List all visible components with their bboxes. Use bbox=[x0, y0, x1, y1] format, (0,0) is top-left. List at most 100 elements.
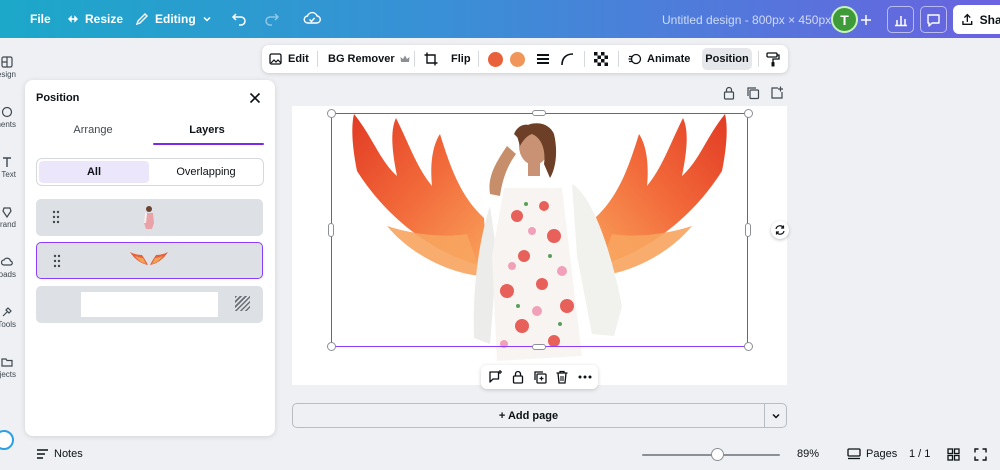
layer-row-wings[interactable] bbox=[36, 242, 263, 279]
rail-item-design[interactable]: Design bbox=[0, 56, 18, 79]
rail-item-text[interactable]: Text bbox=[0, 156, 18, 179]
bg-remover-button[interactable]: BG Remover bbox=[328, 45, 410, 73]
resize-button[interactable]: Resize bbox=[67, 12, 123, 26]
resize-handle-left[interactable] bbox=[328, 223, 334, 237]
crop-button[interactable] bbox=[424, 45, 438, 73]
fullscreen-icon bbox=[974, 448, 987, 461]
edit-image-button[interactable]: Edit bbox=[269, 45, 309, 73]
comment-add-icon[interactable] bbox=[487, 369, 503, 385]
layer-filter: All Overlapping bbox=[36, 158, 264, 186]
left-rail: Design Elements Text Brand Uploads Tools… bbox=[0, 38, 18, 470]
filter-all-button[interactable]: All bbox=[39, 161, 149, 183]
file-menu-button[interactable]: File bbox=[30, 12, 51, 26]
tab-arrange[interactable]: Arrange bbox=[36, 124, 150, 136]
wings-thumbnail bbox=[130, 252, 168, 265]
toolbar-divider bbox=[478, 51, 479, 67]
panel-title: Position bbox=[36, 92, 80, 104]
top-bar: File Resize Editing Untitled design - 80… bbox=[0, 0, 1000, 38]
notes-button[interactable]: Notes bbox=[36, 448, 83, 460]
rail-item-uploads[interactable]: Uploads bbox=[0, 256, 18, 279]
duplicate-page-icon[interactable] bbox=[746, 86, 760, 100]
share-button[interactable]: Share bbox=[953, 5, 1000, 34]
more-options-icon[interactable] bbox=[577, 369, 593, 385]
resize-handle-top[interactable] bbox=[532, 110, 546, 116]
grid-icon bbox=[947, 448, 960, 461]
comments-button[interactable] bbox=[920, 6, 947, 33]
selection-box bbox=[331, 113, 748, 347]
grid-view-button[interactable] bbox=[947, 448, 960, 461]
lock-icon[interactable] bbox=[510, 369, 526, 385]
close-panel-button[interactable] bbox=[247, 90, 263, 106]
corner-rounding-button[interactable] bbox=[560, 45, 574, 73]
cloud-check-icon bbox=[303, 11, 321, 24]
duplicate-icon[interactable] bbox=[532, 369, 548, 385]
transparency-button[interactable] bbox=[594, 45, 608, 73]
copy-style-button[interactable] bbox=[766, 45, 780, 73]
checkerboard-icon bbox=[594, 52, 608, 66]
layer-row-background[interactable] bbox=[36, 286, 263, 323]
rail-item-tools[interactable]: Tools bbox=[0, 306, 18, 329]
rotate-handle[interactable] bbox=[771, 221, 789, 239]
comment-icon bbox=[927, 13, 940, 27]
document-title[interactable]: Untitled design - 800px × 450px bbox=[662, 13, 831, 27]
tab-layers[interactable]: Layers bbox=[150, 124, 264, 136]
rail-label: Text bbox=[1, 170, 16, 179]
undo-button[interactable] bbox=[231, 10, 247, 29]
add-page-icon[interactable] bbox=[770, 86, 784, 100]
editing-label: Editing bbox=[155, 12, 196, 26]
rail-label: Design bbox=[0, 70, 16, 79]
active-tab-indicator bbox=[153, 143, 264, 145]
bar-chart-icon bbox=[894, 15, 907, 26]
woman-thumbnail bbox=[144, 206, 154, 229]
notes-label: Notes bbox=[54, 448, 83, 460]
close-icon bbox=[249, 92, 261, 104]
plus-icon bbox=[860, 14, 871, 25]
drag-handle-icon[interactable] bbox=[52, 210, 60, 224]
lock-page-icon[interactable] bbox=[722, 86, 736, 100]
insights-button[interactable] bbox=[887, 6, 914, 33]
rail-label: Uploads bbox=[0, 270, 16, 279]
resize-handle-bottom-left[interactable] bbox=[327, 342, 336, 351]
color-swatch-2[interactable] bbox=[510, 52, 525, 67]
cloud-upload-icon bbox=[1, 257, 13, 266]
rail-item-projects[interactable]: Projects bbox=[0, 356, 18, 379]
corner-radius-icon bbox=[561, 53, 574, 66]
rail-item-brand[interactable]: Brand bbox=[0, 206, 18, 229]
flip-label: Flip bbox=[451, 53, 471, 65]
resize-handle-top-left[interactable] bbox=[327, 109, 336, 118]
pages-button[interactable]: Pages bbox=[847, 448, 897, 460]
zoom-slider-knob[interactable] bbox=[711, 448, 724, 461]
add-page-button[interactable]: + Add page bbox=[292, 403, 765, 428]
bg-remover-label: BG Remover bbox=[328, 53, 395, 65]
trash-icon[interactable] bbox=[554, 369, 570, 385]
add-page-dropdown[interactable] bbox=[764, 403, 787, 428]
position-button[interactable]: Position bbox=[702, 48, 752, 70]
crown-icon bbox=[400, 55, 410, 62]
design-icon bbox=[1, 56, 13, 68]
resize-handle-bottom[interactable] bbox=[532, 344, 546, 350]
drag-handle-icon[interactable] bbox=[53, 254, 61, 268]
flip-button[interactable]: Flip bbox=[451, 45, 471, 73]
resize-handle-right[interactable] bbox=[745, 223, 751, 237]
chevron-down-icon bbox=[203, 16, 211, 22]
resize-handle-top-right[interactable] bbox=[744, 109, 753, 118]
add-collaborator-button[interactable] bbox=[852, 6, 879, 33]
fullscreen-button[interactable] bbox=[974, 448, 987, 461]
zoom-level[interactable]: 89% bbox=[797, 448, 819, 460]
editing-mode-button[interactable]: Editing bbox=[135, 12, 212, 26]
filter-overlapping-button[interactable]: Overlapping bbox=[151, 161, 261, 183]
pages-label: Pages bbox=[866, 448, 898, 460]
brand-icon bbox=[2, 207, 12, 218]
animate-button[interactable]: Animate bbox=[628, 45, 690, 73]
resize-handle-bottom-right[interactable] bbox=[744, 342, 753, 351]
elements-icon bbox=[1, 106, 13, 118]
layer-row-woman[interactable] bbox=[36, 199, 263, 236]
position-panel: Position Arrange Layers All Overlapping bbox=[25, 80, 275, 436]
share-label: Share bbox=[979, 12, 1000, 27]
border-style-button[interactable] bbox=[536, 45, 550, 73]
color-swatch-1[interactable] bbox=[488, 52, 503, 67]
rail-item-elements[interactable]: Elements bbox=[0, 106, 18, 129]
resize-icon bbox=[68, 15, 78, 23]
save-status-button[interactable] bbox=[303, 10, 321, 29]
redo-button[interactable] bbox=[264, 10, 280, 29]
